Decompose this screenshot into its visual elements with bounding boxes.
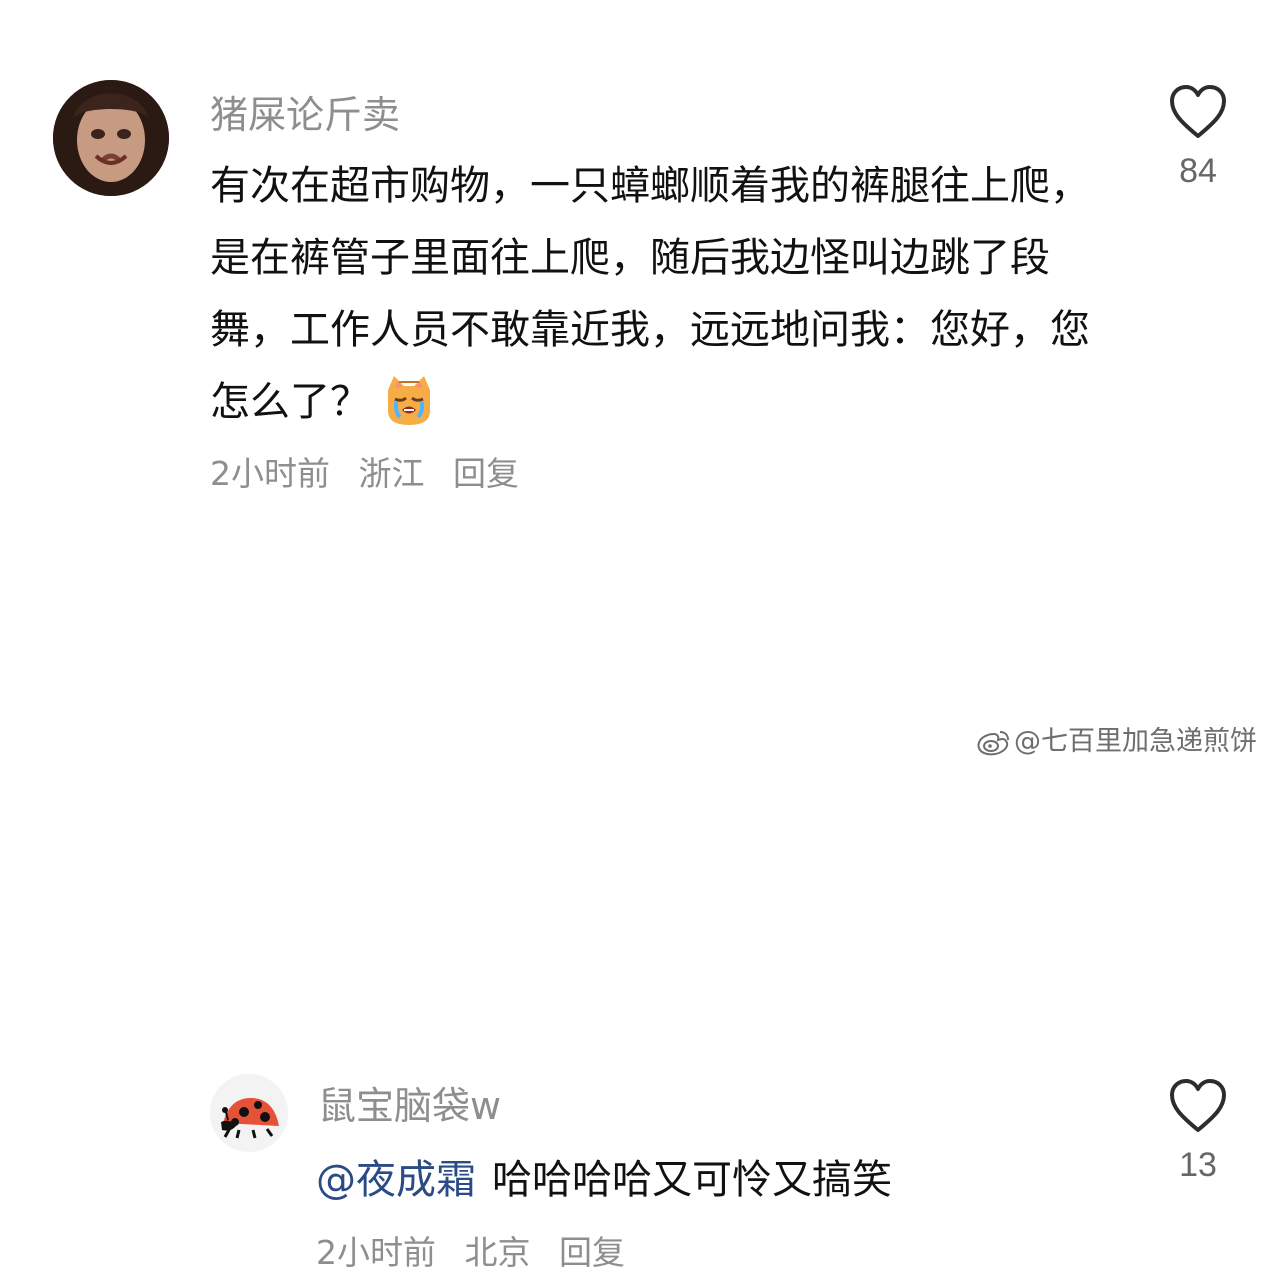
commenter-avatar[interactable] (53, 80, 169, 196)
reply-body: 哈哈哈哈又可怜又搞笑 (492, 1157, 892, 1203)
cat-crying-emoji-icon (380, 371, 438, 429)
reply-time: 2小时前 (316, 1233, 436, 1272)
reply-text: @夜成霜 哈哈哈哈又可怜又搞笑 (316, 1154, 1156, 1206)
mentioned-user-link[interactable]: @夜成霜 (316, 1157, 476, 1203)
heart-outline-icon (1170, 85, 1226, 138)
like-count: 84 (1179, 152, 1217, 190)
main-comment: 猪屎论斤卖 有次在超市购物，一只蟑螂顺着我的裤腿往上爬，是在裤管子里面往上爬，随… (0, 0, 1273, 520)
reply-meta: 2小时前 北京 回复 (316, 1236, 625, 1269)
reply-reply-button[interactable]: 回复 (559, 1233, 625, 1272)
like-count: 13 (1179, 1146, 1217, 1184)
commenter-username[interactable]: 猪屎论斤卖 (210, 96, 400, 134)
reply-avatar[interactable] (210, 1074, 288, 1152)
weibo-icon (976, 728, 1010, 756)
watermark-text: @七百里加急递煎饼 (1014, 726, 1257, 757)
comment-meta: 2小时前 浙江 回复 (210, 457, 519, 490)
comment-body: 有次在超市购物，一只蟑螂顺着我的裤腿往上爬，是在裤管子里面往上爬，随后我边怪叫边… (210, 163, 1090, 425)
reply-username[interactable]: 鼠宝脑袋w (318, 1087, 501, 1125)
heart-outline-icon (1170, 1079, 1226, 1132)
reply-button[interactable]: 回复 (453, 454, 519, 493)
like-button-main[interactable]: 84 (1168, 84, 1228, 188)
like-button-reply[interactable]: 13 (1168, 1078, 1228, 1182)
watermark: @七百里加急递煎饼 (976, 728, 1257, 756)
comment-text: 有次在超市购物，一只蟑螂顺着我的裤腿往上爬，是在裤管子里面往上爬，随后我边怪叫边… (210, 150, 1100, 438)
comment-location: 浙江 (358, 454, 425, 493)
comment-time: 2小时前 (210, 454, 330, 493)
reply-location: 北京 (464, 1233, 531, 1272)
